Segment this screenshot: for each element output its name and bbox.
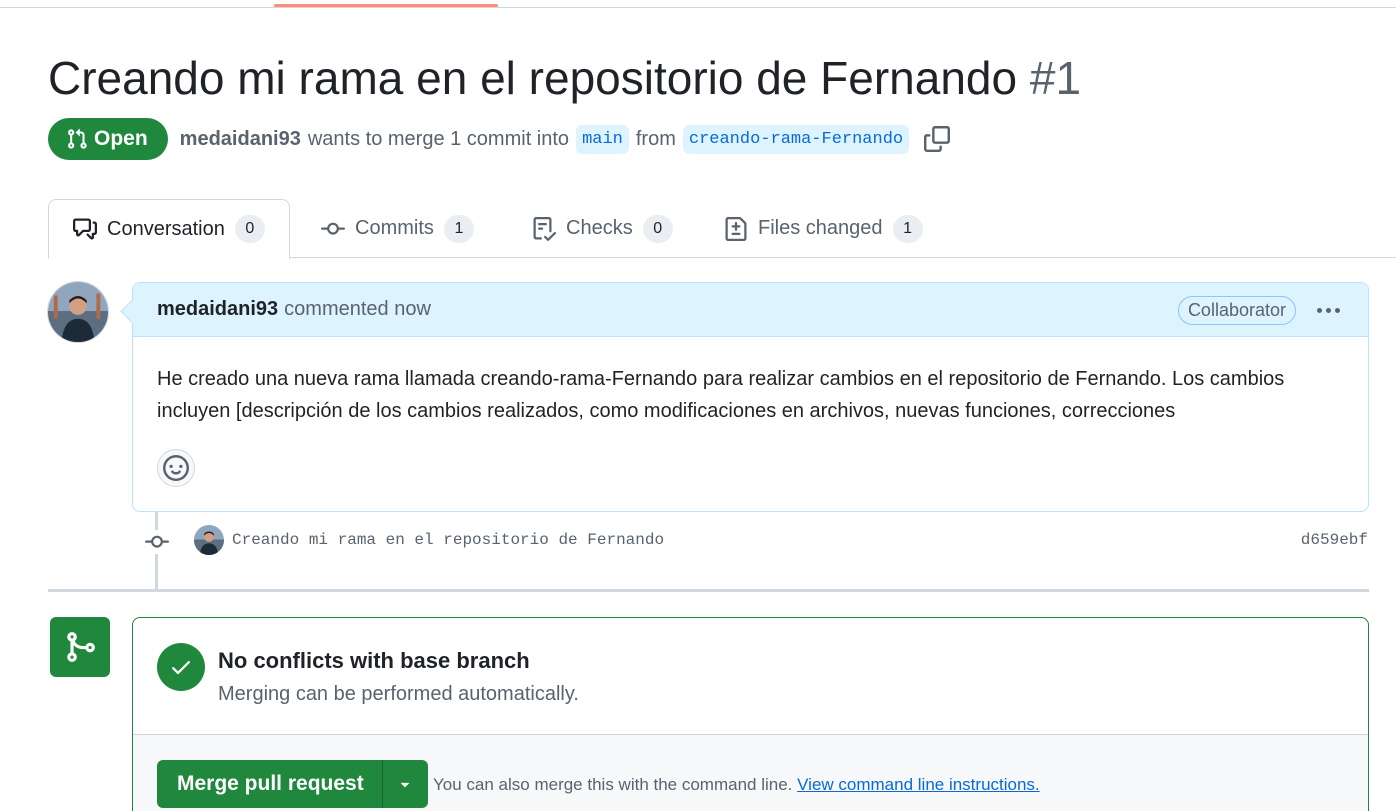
command-line-hint: You can also merge this with the command… bbox=[433, 775, 1040, 795]
checklist-icon bbox=[533, 216, 556, 241]
commit-sha-link[interactable]: d659ebf bbox=[1301, 531, 1368, 549]
merge-status-section: No conflicts with base branch Merging ca… bbox=[133, 618, 1368, 735]
avatar-photo bbox=[194, 525, 224, 555]
file-diff-icon bbox=[725, 216, 747, 241]
tab-conversation[interactable]: Conversation 0 bbox=[48, 199, 290, 259]
commit-node bbox=[144, 530, 170, 554]
tab-checks[interactable]: Checks 0 bbox=[532, 199, 673, 258]
from-text: from bbox=[635, 127, 676, 150]
nav-selected-indicator bbox=[274, 4, 498, 7]
pr-meta: Open medaidani93 wants to merge 1 commit… bbox=[48, 118, 952, 160]
git-commit-icon bbox=[145, 535, 169, 548]
merge-status-title: No conflicts with base branch bbox=[218, 648, 530, 673]
comment-author-link[interactable]: medaidani93 bbox=[157, 298, 278, 321]
merge-status-icon bbox=[50, 617, 110, 677]
tab-label: Files changed bbox=[758, 217, 883, 239]
tab-commits[interactable]: Commits 1 bbox=[321, 199, 474, 258]
copy-branch-button[interactable] bbox=[922, 124, 952, 154]
comment-text: He creado una nueva rama llamada creando… bbox=[157, 368, 1285, 422]
timeline-divider bbox=[48, 589, 1369, 592]
kebab-dot bbox=[1334, 307, 1340, 313]
tab-files-changed[interactable]: Files changed 1 bbox=[724, 199, 923, 258]
pr-author-link[interactable]: medaidani93 bbox=[180, 128, 301, 151]
author-avatar[interactable] bbox=[47, 281, 109, 343]
page-title: Creando mi rama en el repositorio de Fer… bbox=[48, 50, 1081, 106]
state-label: Open bbox=[94, 127, 148, 150]
smiley-icon bbox=[163, 455, 189, 481]
merge-description: medaidani93 wants to merge 1 commit into… bbox=[180, 124, 952, 154]
comment-body: He creado una nueva rama llamada creando… bbox=[133, 337, 1368, 427]
kebab-dot bbox=[1325, 307, 1331, 313]
git-commit-icon bbox=[321, 222, 345, 235]
tab-counter: 1 bbox=[443, 214, 474, 243]
command-line-instructions-link[interactable]: View command line instructions. bbox=[797, 775, 1040, 794]
comment-timestamp[interactable]: commented now bbox=[284, 298, 431, 321]
comment-options-button[interactable] bbox=[1310, 295, 1346, 325]
base-branch-link[interactable]: main bbox=[576, 124, 629, 154]
commit-message-link[interactable]: Creando mi rama en el repositorio de Fer… bbox=[232, 531, 664, 549]
state-badge: Open bbox=[48, 118, 168, 160]
top-border bbox=[0, 0, 1396, 8]
pr-number: #1 bbox=[1029, 52, 1082, 104]
comment-discussion-icon bbox=[73, 218, 97, 240]
pr-tabs: Conversation 0 Commits 1 Checks 0 Files … bbox=[48, 199, 1396, 259]
merge-button-group: Merge pull request bbox=[157, 760, 428, 808]
pr-description-comment: medaidani93 commented now Collaborator H… bbox=[132, 282, 1369, 512]
merge-status-subtitle: Merging can be performed automatically. bbox=[218, 683, 579, 705]
check-circle-icon bbox=[157, 643, 205, 691]
add-reaction-button[interactable] bbox=[157, 449, 195, 487]
git-merge-icon bbox=[67, 632, 95, 662]
tab-counter: 0 bbox=[642, 214, 673, 243]
kebab-dot bbox=[1316, 307, 1322, 313]
tab-label: Conversation bbox=[107, 217, 225, 240]
collaborator-badge: Collaborator bbox=[1177, 296, 1296, 325]
head-branch-link[interactable]: creando-rama-Fernando bbox=[682, 124, 910, 154]
commit-author-avatar[interactable] bbox=[194, 525, 224, 555]
merge-text: wants to merge 1 commit into bbox=[307, 127, 570, 150]
git-pull-request-icon bbox=[68, 128, 87, 149]
pr-title: Creando mi rama en el repositorio de Fer… bbox=[48, 52, 1018, 104]
comment-header: medaidani93 commented now Collaborator bbox=[133, 283, 1368, 337]
triangle-down-icon bbox=[401, 782, 410, 788]
merge-method-dropdown[interactable] bbox=[381, 760, 428, 808]
tab-counter: 0 bbox=[234, 215, 265, 243]
tab-label: Checks bbox=[566, 217, 633, 239]
tab-label: Commits bbox=[355, 217, 434, 239]
merge-box: No conflicts with base branch Merging ca… bbox=[132, 617, 1369, 811]
merge-pull-request-button[interactable]: Merge pull request bbox=[157, 760, 382, 808]
avatar-photo bbox=[48, 282, 108, 342]
check-icon bbox=[172, 661, 190, 675]
merge-actions: Merge pull request You can also merge th… bbox=[133, 735, 1368, 811]
tab-counter: 1 bbox=[892, 214, 923, 243]
hint-text: You can also merge this with the command… bbox=[433, 775, 793, 794]
copy-icon bbox=[924, 126, 951, 152]
